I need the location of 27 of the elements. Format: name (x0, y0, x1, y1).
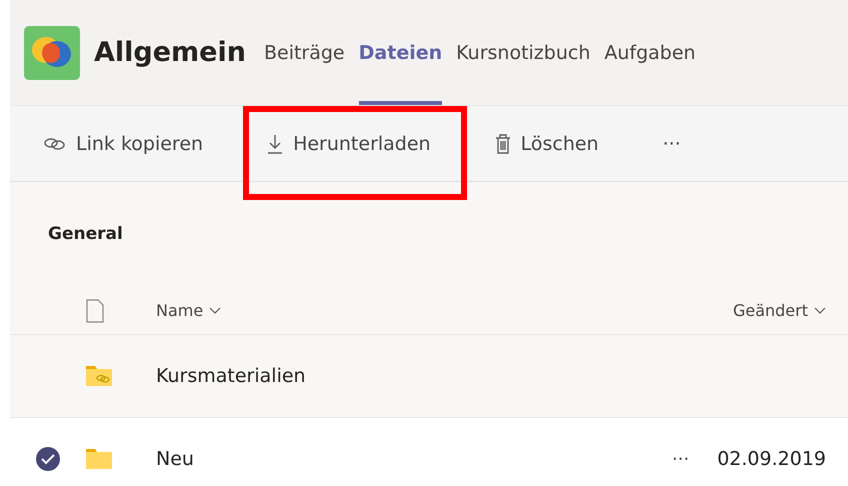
shared-folder-icon (86, 366, 112, 386)
file-row[interactable]: Neu ··· 02.09.2019 (10, 418, 848, 486)
file-name: Kursmaterialien (156, 365, 307, 387)
toolbar-button[interactable]: Link kopieren (40, 124, 208, 164)
tab[interactable]: Kursnotizbuch (456, 0, 590, 105)
chevron-down-icon (209, 307, 222, 314)
team-logo-icon (24, 26, 80, 80)
section-title: General (47, 223, 124, 246)
modified-date: 02.09.2019 (717, 448, 826, 470)
more-button[interactable]: ··· (672, 448, 690, 470)
folder-icon (86, 449, 112, 469)
tab[interactable]: Aufgaben (604, 0, 696, 105)
chevron-down-icon (814, 307, 826, 314)
modified-column-header[interactable]: Geändert (732, 301, 826, 320)
file-name: Neu (156, 448, 195, 470)
toolbar-button[interactable]: Löschen (490, 124, 603, 164)
trash-icon (494, 134, 511, 154)
check-circle-icon (36, 447, 60, 471)
name-column-header[interactable]: Name (156, 301, 222, 320)
toolbar-button[interactable]: Herunterladen (263, 124, 435, 164)
more-button[interactable]: ··· (658, 124, 685, 164)
channel-title: Allgemein (94, 37, 246, 68)
tab[interactable]: Beiträge (264, 0, 345, 105)
link-icon (44, 137, 66, 151)
file-icon (86, 298, 104, 322)
download-icon (267, 134, 284, 154)
tab[interactable]: Dateien (358, 0, 442, 105)
